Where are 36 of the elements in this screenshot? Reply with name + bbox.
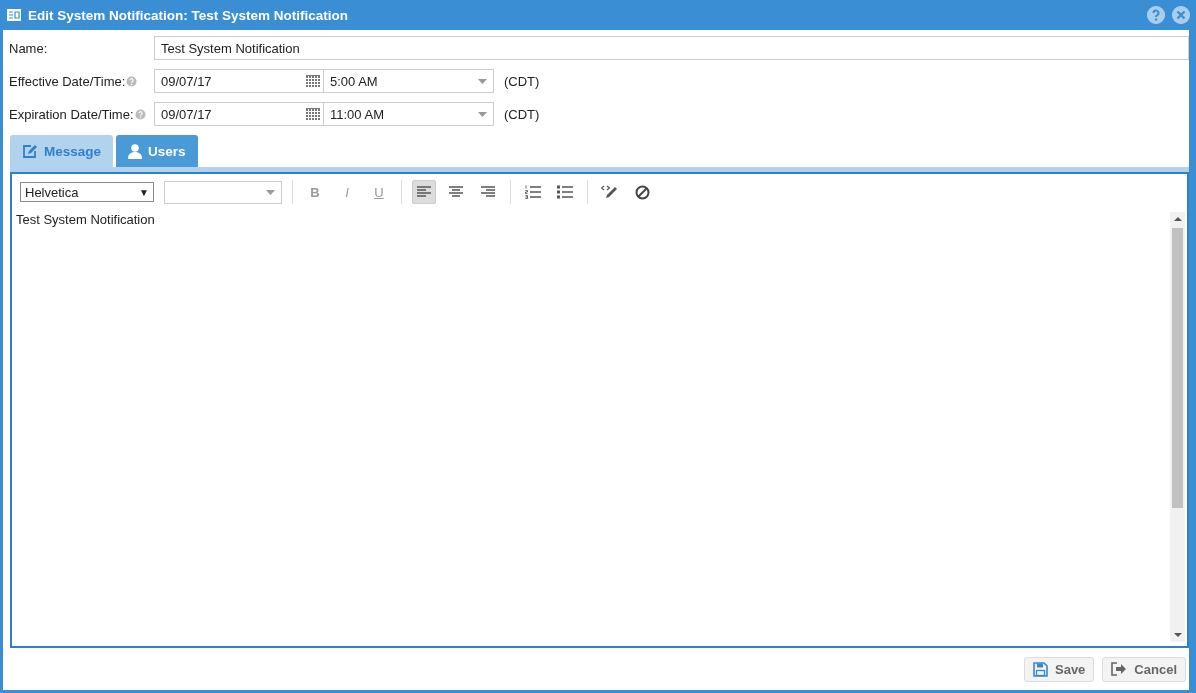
name-field[interactable]: Test System Notification xyxy=(154,36,1189,60)
sign-out-icon xyxy=(1111,662,1128,676)
align-center-icon xyxy=(449,186,463,198)
date-field[interactable]: 09/07/17 xyxy=(154,102,324,126)
field-label: Expiration Date/Time: xyxy=(9,106,134,122)
save-icon xyxy=(1033,661,1048,677)
help-icon[interactable] xyxy=(1147,6,1165,24)
bullet-list-icon xyxy=(557,185,573,199)
align-left-icon xyxy=(417,186,431,198)
calendar-icon[interactable] xyxy=(306,74,320,88)
dropdown-arrow-icon xyxy=(478,78,487,84)
timezone-label: (CDT) xyxy=(504,106,540,122)
cancel-button[interactable]: Cancel xyxy=(1102,656,1186,682)
date-field[interactable]: 09/07/17 xyxy=(154,69,324,93)
editor-text[interactable]: Test System Notification xyxy=(12,208,1170,646)
numbered-list-icon xyxy=(525,185,541,199)
window-title: Edit System Notification: Test System Notification xyxy=(28,7,350,23)
user-icon xyxy=(128,143,143,159)
font-select[interactable]: Helvetica ▼ xyxy=(20,182,154,202)
scrollbar[interactable] xyxy=(1170,212,1185,642)
save-button[interactable]: Save xyxy=(1024,656,1095,682)
close-icon[interactable] xyxy=(1172,6,1190,24)
field-label: Effective Date/Time: xyxy=(9,73,126,89)
field-label: Name: xyxy=(9,40,48,56)
time-select[interactable]: 5:00 AM xyxy=(324,69,494,93)
calendar-icon[interactable] xyxy=(306,107,320,121)
dropdown-arrow-icon xyxy=(478,111,487,117)
edit-icon xyxy=(22,144,38,158)
align-right-icon xyxy=(481,186,495,198)
align-left-button[interactable] xyxy=(412,180,436,204)
window-icon xyxy=(7,9,21,21)
code-pencil-icon xyxy=(601,185,619,199)
clear-format-icon xyxy=(634,184,650,200)
dropdown-arrow-icon xyxy=(266,189,275,195)
timezone-label: (CDT) xyxy=(504,73,540,89)
time-select[interactable]: 11:00 AM xyxy=(324,102,494,126)
